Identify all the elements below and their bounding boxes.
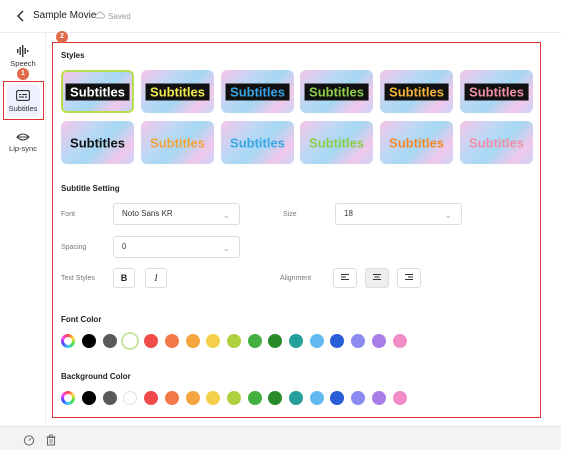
step-badge-1: 1 xyxy=(17,68,29,80)
style-preview-text: Subtitles xyxy=(304,83,369,100)
speech-wave-icon xyxy=(16,45,30,57)
subtitles-icon xyxy=(16,90,30,101)
sidebar-item-label: Lip-sync xyxy=(9,144,37,153)
font-color-swatch[interactable] xyxy=(371,334,386,348)
style-preview-text: Subtitles xyxy=(469,135,524,150)
font-color-swatch[interactable] xyxy=(144,334,159,348)
background-color-swatch[interactable] xyxy=(309,391,324,405)
font-color-swatch[interactable] xyxy=(247,334,262,348)
style-preview-text: Subtitles xyxy=(145,83,210,100)
color-picker-center xyxy=(64,394,72,402)
saved-label: Saved xyxy=(108,11,131,21)
spacing-select[interactable]: 0 ⌄ xyxy=(113,236,240,258)
font-value: Noto Sans KR xyxy=(122,209,173,218)
font-color-swatch[interactable] xyxy=(226,334,241,348)
style-preview-text: Subtitles xyxy=(389,135,444,150)
background-color-swatch[interactable] xyxy=(392,391,407,405)
align-left-icon xyxy=(340,273,350,283)
font-color-swatch[interactable] xyxy=(185,334,200,348)
background-color-swatch[interactable] xyxy=(185,391,200,405)
sidebar-item-speech[interactable]: Speech xyxy=(2,45,44,68)
trash-icon[interactable] xyxy=(45,433,57,446)
style-thumbnail[interactable]: Subtitles xyxy=(380,121,453,164)
color-picker-icon[interactable] xyxy=(61,391,75,405)
style-preview-text: Subtitles xyxy=(65,83,130,100)
background-color-swatch[interactable] xyxy=(164,391,179,405)
align-right-button[interactable] xyxy=(397,268,421,288)
bold-button[interactable]: B xyxy=(113,268,135,288)
spacing-value: 0 xyxy=(122,242,127,251)
style-preview-text: Subtitles xyxy=(384,83,449,100)
font-select[interactable]: Noto Sans KR ⌄ xyxy=(113,203,240,225)
text-styles-label: Text Styles xyxy=(61,275,95,282)
cloud-icon xyxy=(94,11,105,21)
background-color-swatch[interactable] xyxy=(102,391,117,405)
background-color-title: Background Color xyxy=(61,372,131,381)
style-preview-text: Subtitles xyxy=(70,135,125,150)
sidebar-item-lipsync[interactable]: Lip-sync xyxy=(2,132,44,153)
align-center-icon xyxy=(372,273,382,283)
background-color-swatch[interactable] xyxy=(82,391,96,405)
sidebar-item-label: Subtitles xyxy=(8,104,38,113)
color-picker-center xyxy=(64,337,72,345)
size-select[interactable]: 18 ⌄ xyxy=(335,203,462,225)
size-label: Size xyxy=(283,211,297,218)
background-color-swatch[interactable] xyxy=(144,391,159,405)
style-thumbnail[interactable]: Subtitles xyxy=(300,121,373,164)
style-thumbnail[interactable]: Subtitles xyxy=(61,70,134,113)
font-color-swatch[interactable] xyxy=(164,334,179,348)
font-color-swatch[interactable] xyxy=(102,334,117,348)
background-color-swatch[interactable] xyxy=(226,391,241,405)
back-arrow-icon[interactable] xyxy=(16,9,28,23)
style-preview-text: Subtitles xyxy=(150,135,205,150)
style-preview-text: Subtitles xyxy=(464,83,529,100)
align-center-button[interactable] xyxy=(365,268,389,288)
font-color-swatch[interactable] xyxy=(392,334,407,348)
style-thumbnail[interactable]: Subtitles xyxy=(221,121,294,164)
speed-gauge-icon[interactable] xyxy=(23,433,35,446)
style-preview-text: Subtitles xyxy=(309,135,364,150)
style-thumbnail[interactable]: Subtitles xyxy=(221,70,294,113)
font-label: Font xyxy=(61,211,76,218)
spacing-label: Spacing xyxy=(61,244,87,251)
background-color-swatch[interactable] xyxy=(351,391,366,405)
styles-title: Styles xyxy=(61,51,85,60)
font-color-swatch[interactable] xyxy=(351,334,366,348)
alignment-label: Alignment xyxy=(280,275,312,282)
step-badge-2: 2 xyxy=(56,31,68,43)
chevron-down-icon: ⌄ xyxy=(444,210,452,220)
style-thumbnail[interactable]: Subtitles xyxy=(141,70,214,113)
font-color-title: Font Color xyxy=(61,315,102,324)
align-right-icon xyxy=(404,273,414,283)
color-picker-icon[interactable] xyxy=(61,334,75,348)
italic-button[interactable]: I xyxy=(145,268,167,288)
background-color-swatch[interactable] xyxy=(247,391,262,405)
font-color-swatch[interactable] xyxy=(289,334,303,348)
style-thumbnail[interactable]: Subtitles xyxy=(300,70,373,113)
saved-status: Saved xyxy=(94,11,131,21)
background-color-swatch[interactable] xyxy=(371,391,386,405)
chevron-down-icon: ⌄ xyxy=(222,210,230,220)
style-thumbnail[interactable]: Subtitles xyxy=(61,121,134,164)
project-title[interactable]: Sample Movie xyxy=(33,10,96,21)
background-color-swatch[interactable] xyxy=(289,391,303,405)
sidebar-item-subtitles[interactable]: Subtitles xyxy=(2,90,44,113)
style-thumbnail[interactable]: Subtitles xyxy=(380,70,453,113)
sidebar-item-label: Speech xyxy=(10,59,36,68)
subtitle-setting-title: Subtitle Setting xyxy=(61,184,120,193)
style-thumbnail[interactable]: Subtitles xyxy=(460,121,533,164)
bottom-toolbar xyxy=(0,426,561,450)
align-left-button[interactable] xyxy=(333,268,357,288)
chevron-down-icon: ⌄ xyxy=(222,243,230,253)
style-preview-text: Subtitles xyxy=(225,83,290,100)
font-color-swatch[interactable] xyxy=(309,334,324,348)
lip-icon xyxy=(16,132,30,142)
style-thumbnail[interactable]: Subtitles xyxy=(460,70,533,113)
top-bar: Sample Movie Saved xyxy=(0,0,561,33)
style-preview-text: Subtitles xyxy=(230,135,285,150)
style-thumbnail[interactable]: Subtitles xyxy=(141,121,214,164)
font-color-swatch[interactable] xyxy=(82,334,96,348)
size-value: 18 xyxy=(344,209,353,218)
